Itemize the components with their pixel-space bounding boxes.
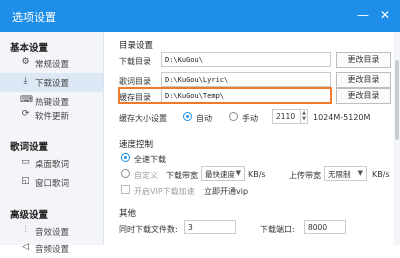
main-panel: 目录设置 下载目录 D:\KuGou\ 更改目录 歌词目录 D:\KuGou\L… [105,32,400,245]
scrollbar-thumb[interactable] [395,60,399,140]
download-bw-value: 最快速度 [205,170,235,179]
cache-auto-radio[interactable] [183,112,192,121]
sidebar-item-general[interactable]: ⚙ 常规设置 [0,54,103,73]
sidebar-item-window-lyrics[interactable]: ◱ 窗口歌词 [0,173,103,192]
full-speed-radio[interactable] [121,153,130,162]
lyric-dir-label: 歌词目录 [119,77,151,86]
cache-dir-highlight [118,87,332,104]
change-cache-dir-button[interactable]: 更改目录 [336,88,391,104]
change-lyric-dir-button[interactable]: 更改目录 [336,72,391,88]
custom-speed-radio[interactable] [121,169,130,178]
sidebar-item-label: 音效设置 [35,228,70,238]
window-icon: ◱ [21,176,30,186]
group-title-speed: 速度控制 [119,140,154,150]
sidebar-item-label: 软件更新 [35,112,70,122]
cache-manual-radio[interactable] [229,112,238,121]
cache-auto-label: 自动 [196,114,212,123]
settings-window: 选项设置 — ✕ 基本设置 ⚙ 常规设置 ⤓ 下载设置 ⌨ 热键设置 ⟳ 软件更… [0,0,400,255]
concurrent-label: 同时下载文件数: [119,225,178,234]
scrollbar[interactable] [394,32,400,245]
download-bw-label: 下载带宽 [166,171,198,180]
upload-bw-label: 上传带宽 [289,171,321,180]
upload-bw-select[interactable]: 无限制 ▼ [324,166,367,181]
close-button[interactable]: ✕ [376,6,394,24]
group-title-dirs: 目录设置 [119,41,154,51]
sidebar-item-audio[interactable]: ◁ 音频设置 [0,239,103,258]
lyric-dir-field[interactable]: D:\KuGou\Lyric\ [161,72,331,87]
sidebar-item-label: 下载设置 [35,79,70,89]
cache-size-label: 缓存大小设置 [119,114,167,123]
upload-bw-unit: KB/s [372,170,390,179]
vip-link[interactable]: 立即开通vip [204,186,248,197]
port-label: 下载端口: [260,225,295,234]
sidebar: 基本设置 ⚙ 常规设置 ⤓ 下载设置 ⌨ 热键设置 ⟳ 软件更新 歌词设置 ▭ … [0,32,104,255]
sidebar-item-desktop-lyrics[interactable]: ▭ 桌面歌词 [0,154,103,173]
cache-range-text: 1024M-5120M [313,113,371,122]
update-icon: ⟳ [21,109,30,119]
chevron-down-icon: ▼ [235,169,241,177]
change-download-dir-button[interactable]: 更改目录 [336,52,391,68]
download-bw-unit: KB/s [248,170,266,179]
download-dir-label: 下载目录 [119,57,151,66]
vip-accel-checkbox[interactable] [121,185,130,194]
window-title: 选项设置 [12,11,56,24]
upload-bw-value: 无限制 [328,170,351,179]
cache-size-spinner[interactable]: 2110 ▲ ▼ [272,109,308,124]
sidebar-item-download[interactable]: ⤓ 下载设置 [0,73,103,92]
group-title-other: 其他 [119,209,137,219]
cache-manual-label: 手动 [242,114,258,123]
minimize-button[interactable]: — [354,6,372,24]
speaker-icon: ◁ [22,242,29,252]
download-icon: ⤓ [23,76,28,86]
sidebar-section-advanced: 高级设置 [10,210,49,221]
keyboard-icon: ⌨ [20,95,33,105]
port-input[interactable]: 8000 [304,220,346,234]
chevron-down-icon: ▼ [357,169,363,177]
sidebar-item-update[interactable]: ⟳ 软件更新 [0,106,103,125]
spinner-arrows-icon[interactable]: ▲ ▼ [300,110,307,123]
custom-speed-label: 自定义 [134,171,158,180]
full-speed-label: 全速下载 [134,155,166,164]
sidebar-section-lyrics: 歌词设置 [10,142,49,153]
download-dir-field[interactable]: D:\KuGou\ [161,52,331,67]
title-bar: 选项设置 — ✕ [0,0,400,32]
sidebar-item-label: 窗口歌词 [35,179,70,189]
gear-icon: ⚙ [21,57,30,67]
sidebar-item-label: 常规设置 [35,60,70,70]
sidebar-section-basic: 基本设置 [10,43,49,54]
concurrent-input[interactable]: 3 [184,220,236,234]
cache-size-value: 2110 [276,112,296,121]
sidebar-item-label: 桌面歌词 [35,160,70,170]
download-bw-select[interactable]: 最快速度 ▼ [201,166,245,181]
equalizer-icon: ⫶ [24,225,27,235]
vip-accel-label: 开启VIP下载加速 [134,187,195,196]
desktop-icon: ▭ [21,157,30,167]
